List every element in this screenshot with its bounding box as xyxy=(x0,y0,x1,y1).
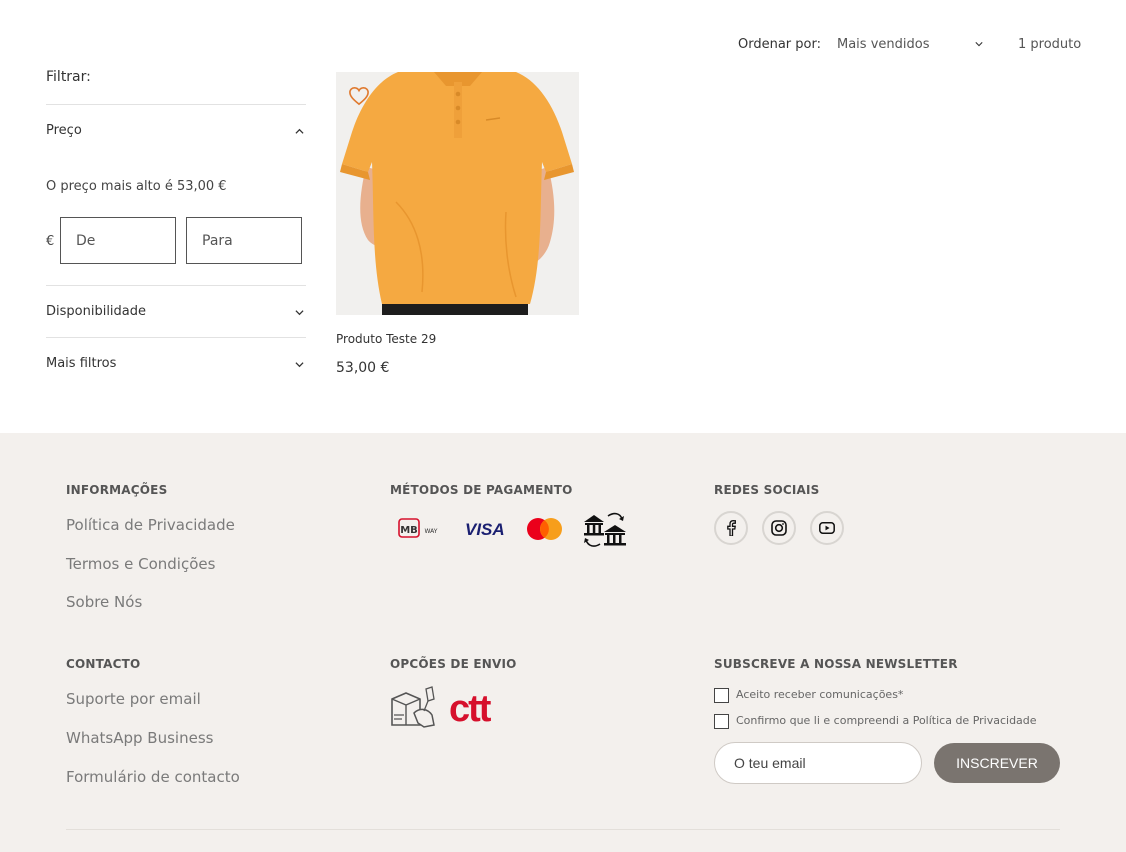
link-whatsapp[interactable]: WhatsApp Business xyxy=(66,729,213,747)
product-image[interactable] xyxy=(336,72,579,315)
product-title[interactable]: Produto Teste 29 xyxy=(336,332,579,348)
delivery-box-icon xyxy=(388,685,438,735)
sort-label: Ordenar por: xyxy=(738,37,821,52)
payment-icons: MB WAY VISA xyxy=(392,510,632,548)
wishlist-heart-icon[interactable] xyxy=(348,86,370,106)
bank-transfer-icon xyxy=(582,510,628,552)
link-contact-form[interactable]: Formulário de contacto xyxy=(66,768,240,786)
facebook-icon xyxy=(727,520,736,536)
chevron-down-icon xyxy=(975,42,983,47)
consent-communications-checkbox[interactable] xyxy=(714,688,729,703)
product-price: 53,00 € xyxy=(336,360,390,376)
price-to-input[interactable] xyxy=(186,217,302,264)
filters-title: Filtrar: xyxy=(46,69,91,85)
filters-panel: Filtrar: Preço O preço mais alto é 53,00… xyxy=(46,68,306,389)
consent-communications-label: Aceito receber comunicações* xyxy=(736,688,904,701)
mastercard-icon xyxy=(525,516,565,546)
facet-price: Preço O preço mais alto é 53,00 € € xyxy=(46,104,306,285)
sort-select[interactable]: Mais vendidos xyxy=(837,37,987,55)
site-footer: INFORMAÇÕES Política de Privacidade Term… xyxy=(0,433,1126,852)
facet-availability: Disponibilidade xyxy=(46,285,306,337)
subscribe-button[interactable]: INSCREVER xyxy=(934,743,1060,783)
product-card: Produto Teste 29 53,00 € xyxy=(336,72,579,376)
instagram-button[interactable] xyxy=(762,511,796,545)
svg-text:MB: MB xyxy=(400,525,418,536)
facebook-button[interactable] xyxy=(714,511,748,545)
price-filter-body: O preço mais alto é 53,00 € € xyxy=(46,156,306,285)
link-privacy-policy[interactable]: Política de Privacidade xyxy=(66,516,235,534)
price-from-input[interactable] xyxy=(60,217,176,264)
link-about[interactable]: Sobre Nós xyxy=(66,593,142,611)
svg-text:VISA: VISA xyxy=(465,520,505,539)
chevron-down-icon xyxy=(295,310,304,316)
footer-divider xyxy=(66,829,1060,830)
contact-heading: CONTACTO xyxy=(66,657,141,671)
product-count: 1 produto xyxy=(1018,37,1082,52)
facet-more-filters: Mais filtros xyxy=(46,337,306,389)
newsletter-heading: SUBSCREVE A NOSSA NEWSLETTER xyxy=(714,657,958,671)
facet-price-toggle[interactable]: Preço xyxy=(46,105,306,156)
facet-price-label: Preço xyxy=(46,123,82,138)
svg-text:WAY: WAY xyxy=(425,528,438,535)
sort-selected-value: Mais vendidos xyxy=(837,37,930,52)
newsletter-email-input[interactable] xyxy=(714,742,922,784)
visa-icon: VISA xyxy=(465,518,507,544)
polo-shirt-image xyxy=(336,72,579,315)
chevron-up-icon xyxy=(295,128,304,134)
consent-privacy-checkbox[interactable] xyxy=(714,714,729,729)
ctt-logo: ctt xyxy=(449,688,503,730)
collection-toolbar: Ordenar por: Mais vendidos 1 produto xyxy=(0,37,1126,55)
chevron-down-icon xyxy=(295,362,304,368)
consent-privacy-label: Confirmo que li e compreendi a Política … xyxy=(736,714,1037,727)
shipping-heading: OPCÕES DE ENVIO xyxy=(390,657,517,671)
link-terms[interactable]: Termos e Condições xyxy=(66,555,215,573)
youtube-icon xyxy=(819,522,835,534)
youtube-button[interactable] xyxy=(810,511,844,545)
currency-symbol: € xyxy=(46,234,55,249)
facet-availability-toggle[interactable]: Disponibilidade xyxy=(46,286,306,337)
link-email-support[interactable]: Suporte por email xyxy=(66,690,201,708)
highest-price-note: O preço mais alto é 53,00 € xyxy=(46,179,227,194)
info-heading: INFORMAÇÕES xyxy=(66,483,168,497)
facet-more-filters-label: Mais filtros xyxy=(46,356,117,371)
svg-text:ctt: ctt xyxy=(449,690,492,724)
social-heading: REDES SOCIAIS xyxy=(714,483,820,497)
payment-heading: MÉTODOS DE PAGAMENTO xyxy=(390,483,573,497)
instagram-icon xyxy=(771,520,787,536)
mbway-icon: MB WAY xyxy=(398,518,444,540)
facet-more-filters-toggle[interactable]: Mais filtros xyxy=(46,338,306,389)
facet-availability-label: Disponibilidade xyxy=(46,304,147,319)
